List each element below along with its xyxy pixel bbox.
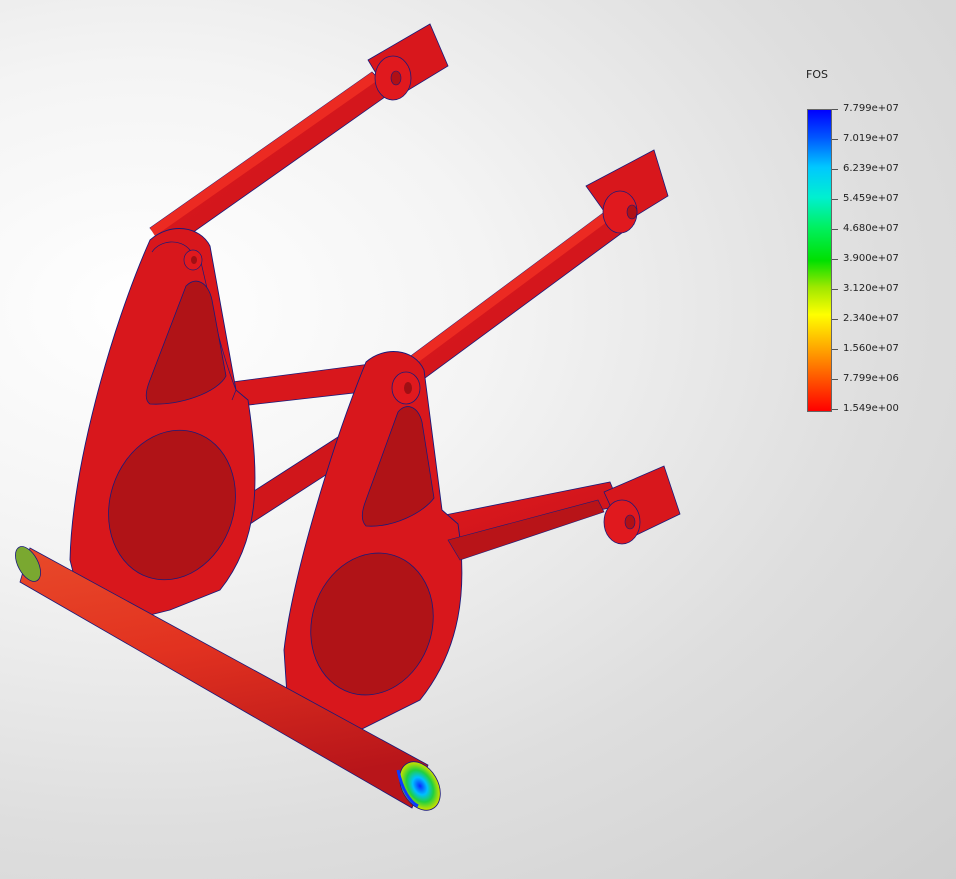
legend-colorbar [807,109,832,412]
frame-plate-right [283,351,605,743]
legend-tick-label: 1.560e+07 [843,343,899,354]
legend-title: FOS [806,68,828,81]
upper-link-arm-left [149,23,449,251]
legend-tick-label: 2.340e+07 [843,313,899,324]
legend-tick [832,259,838,260]
legend-tick [832,169,838,170]
legend-tick-label: 3.120e+07 [843,283,899,294]
legend-tick-label: 4.680e+07 [843,223,899,234]
legend-tick [832,289,838,290]
legend-tick [832,139,838,140]
frame-plate-left [69,228,256,627]
legend-tick [832,109,838,110]
upper-link-arm-right [391,149,669,393]
legend-tick-label: 7.799e+07 [843,103,899,114]
legend-tick-label: 3.900e+07 [843,253,899,264]
legend-tick-label: 7.799e+06 [843,373,899,384]
legend-tick-label: 7.019e+07 [843,133,899,144]
fos-legend: FOS 7.799e+07 7.019e+07 6.239e+07 5.459e… [800,64,920,424]
legend-tick-label: 6.239e+07 [843,163,899,174]
legend-tick [832,409,838,410]
legend-tick [832,379,838,380]
legend-tick [832,229,838,230]
legend-tick-label: 5.459e+07 [843,193,899,204]
legend-tick [832,319,838,320]
legend-tick [832,349,838,350]
legend-tick [832,199,838,200]
graphics-viewport[interactable]: FOS 7.799e+07 7.019e+07 6.239e+07 5.459e… [0,0,956,879]
legend-tick-label: 1.549e+00 [843,403,899,414]
